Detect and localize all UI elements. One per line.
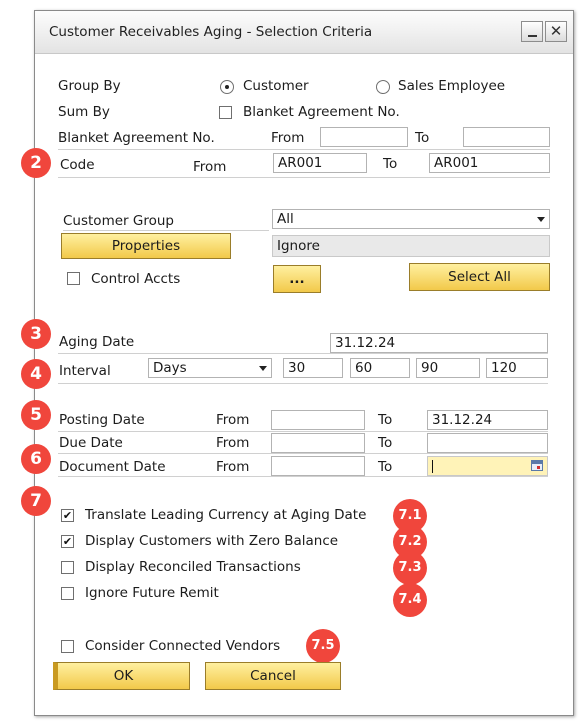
annotation-badge-3: 3 xyxy=(21,319,51,349)
code-to-input[interactable]: AR001 xyxy=(429,153,550,173)
text-cursor xyxy=(432,460,433,473)
customer-group-value: All xyxy=(277,211,294,227)
posting-from-label: From xyxy=(216,412,250,428)
interval-1-input[interactable]: 30 xyxy=(283,358,343,378)
cancel-button[interactable]: Cancel xyxy=(205,662,341,690)
due-date-from-input[interactable] xyxy=(271,433,365,453)
document-from-label: From xyxy=(216,459,250,475)
chevron-down-icon xyxy=(537,217,545,222)
blanket-from-label: From xyxy=(271,130,305,146)
title-bar[interactable]: Customer Receivables Aging - Selection C… xyxy=(35,11,573,54)
interval-unit-select[interactable]: Days xyxy=(148,358,272,378)
control-accts-label[interactable]: Control Accts xyxy=(91,271,180,287)
calendar-icon[interactable] xyxy=(531,460,543,471)
browse-button[interactable]: ... xyxy=(273,265,321,293)
document-to-label: To xyxy=(378,459,393,475)
properties-button[interactable]: Properties xyxy=(61,233,231,259)
connected-vendors-checkbox[interactable] xyxy=(61,640,74,653)
due-date-label: Due Date xyxy=(59,435,123,451)
group-by-customer-radio[interactable] xyxy=(220,80,234,94)
row-divider xyxy=(58,177,550,178)
code-from-label: From xyxy=(193,159,227,175)
code-label: Code xyxy=(60,157,95,173)
group-by-sales-employee-label[interactable]: Sales Employee xyxy=(398,78,505,94)
annotation-badge-7: 7 xyxy=(21,486,51,516)
translate-currency-checkbox[interactable]: ✔ xyxy=(61,509,74,522)
due-date-to-input[interactable] xyxy=(427,433,548,453)
annotation-badge-7-4: 7.4 xyxy=(393,583,427,617)
zero-balance-checkbox[interactable]: ✔ xyxy=(61,535,74,548)
minimize-button[interactable] xyxy=(521,21,543,42)
row-divider xyxy=(58,383,548,384)
document-date-to-input[interactable] xyxy=(427,456,548,476)
radio-selected-dot xyxy=(225,85,229,89)
due-from-label: From xyxy=(216,435,250,451)
interval-label: Interval xyxy=(59,363,111,379)
window-title: Customer Receivables Aging - Selection C… xyxy=(49,24,373,40)
ignore-future-remit-label[interactable]: Ignore Future Remit xyxy=(85,585,219,601)
due-to-label: To xyxy=(378,435,393,451)
document-date-label: Document Date xyxy=(59,459,166,475)
interval-3-input[interactable]: 90 xyxy=(416,358,480,378)
connected-vendors-label[interactable]: Consider Connected Vendors xyxy=(85,638,280,654)
translate-currency-label[interactable]: Translate Leading Currency at Aging Date xyxy=(85,507,366,523)
group-by-sales-employee-radio[interactable] xyxy=(376,80,390,94)
properties-value-field: Ignore xyxy=(272,235,550,257)
annotation-badge-4: 4 xyxy=(21,359,51,389)
reconciled-transactions-label[interactable]: Display Reconciled Transactions xyxy=(85,559,301,575)
interval-2-input[interactable]: 60 xyxy=(350,358,410,378)
reconciled-transactions-checkbox[interactable] xyxy=(61,561,74,574)
zero-balance-label[interactable]: Display Customers with Zero Balance xyxy=(85,533,338,549)
aging-date-label: Aging Date xyxy=(59,334,135,350)
interval-unit-value: Days xyxy=(153,360,187,376)
aging-date-input[interactable]: 31.12.24 xyxy=(330,333,548,353)
annotation-badge-5: 5 xyxy=(21,400,51,430)
ok-button[interactable]: OK xyxy=(53,662,190,690)
group-by-label: Group By xyxy=(58,78,121,94)
blanket-to-input[interactable] xyxy=(463,127,550,147)
sum-by-label: Sum By xyxy=(58,104,110,120)
select-all-button[interactable]: Select All xyxy=(409,263,550,291)
posting-date-label: Posting Date xyxy=(59,412,145,428)
code-from-input[interactable]: AR001 xyxy=(273,153,367,173)
customer-group-label: Customer Group xyxy=(63,213,174,229)
posting-date-to-input[interactable]: 31.12.24 xyxy=(427,410,548,430)
blanket-agreement-checkbox-label[interactable]: Blanket Agreement No. xyxy=(243,104,400,120)
annotation-badge-7-3: 7.3 xyxy=(393,551,427,585)
document-date-from-input[interactable] xyxy=(271,456,365,476)
blanket-agreement-checkbox[interactable] xyxy=(219,106,232,119)
blanket-agreement-label: Blanket Agreement No. xyxy=(58,130,215,146)
row-divider xyxy=(58,431,548,432)
row-divider xyxy=(58,476,548,477)
row-divider xyxy=(58,353,548,354)
row-divider xyxy=(58,149,550,150)
blanket-from-input[interactable] xyxy=(320,127,408,147)
row-divider xyxy=(63,230,269,231)
close-button[interactable]: ✕ xyxy=(545,21,567,42)
customer-group-select[interactable]: All xyxy=(272,209,550,229)
blanket-to-label: To xyxy=(415,130,430,146)
calendar-icon-header xyxy=(532,461,542,464)
code-to-label: To xyxy=(383,156,398,172)
chevron-down-icon xyxy=(259,366,267,371)
posting-to-label: To xyxy=(378,412,393,428)
calendar-icon-day xyxy=(537,466,540,469)
annotation-badge-7-5: 7.5 xyxy=(306,629,340,663)
group-by-customer-label[interactable]: Customer xyxy=(243,78,309,94)
annotation-badge-6: 6 xyxy=(21,444,51,474)
row-divider xyxy=(58,453,548,454)
control-accts-checkbox[interactable] xyxy=(67,272,80,285)
posting-date-from-input[interactable] xyxy=(271,410,365,430)
interval-4-input[interactable]: 120 xyxy=(486,358,548,378)
annotation-badge-2: 2 xyxy=(21,148,51,178)
ignore-future-remit-checkbox[interactable] xyxy=(61,587,74,600)
